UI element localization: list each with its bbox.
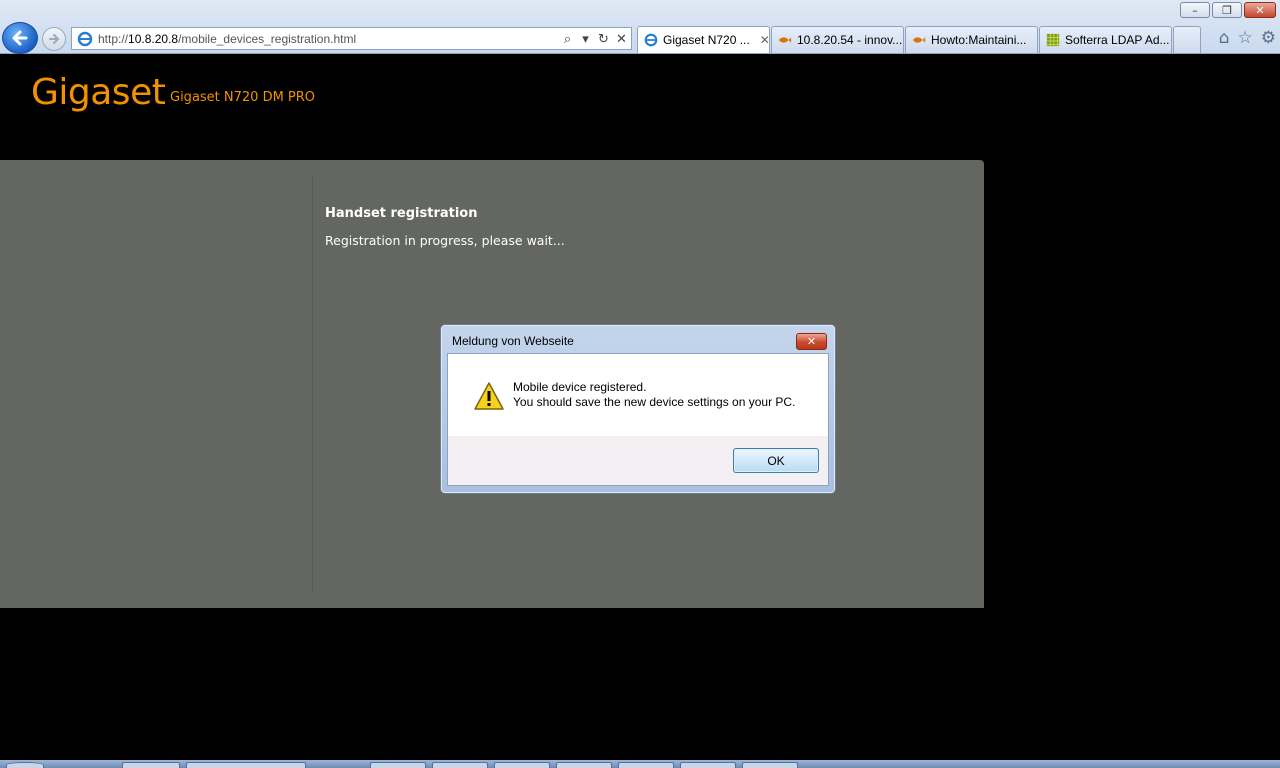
alert-dialog: Meldung von Webseite ✕ Mobile device reg… [440, 324, 836, 494]
tab-label: Gigaset N720 ... [663, 33, 750, 47]
new-tab-button[interactable] [1173, 26, 1201, 53]
grid-favicon-icon [1046, 33, 1060, 47]
taskbar [0, 760, 1280, 768]
fish-favicon-icon [912, 37, 926, 43]
toolbar-right: ⌂ ☆ ⚙ [1219, 28, 1276, 48]
close-icon: ✕ [1255, 3, 1265, 17]
home-icon[interactable]: ⌂ [1219, 28, 1230, 48]
window-close-button[interactable]: ✕ [1244, 2, 1276, 18]
taskbar-item[interactable] [680, 762, 736, 768]
dialog-body: Mobile device registered. You should sav… [447, 353, 829, 486]
tab-close-icon[interactable]: ✕ [760, 33, 769, 47]
url-prefix: http:// [98, 31, 129, 46]
stop-icon[interactable]: ✕ [615, 32, 628, 47]
warning-icon [474, 382, 504, 410]
taskbar-item[interactable] [122, 762, 180, 768]
back-arrow-icon [12, 30, 28, 46]
window-controls: – ❐ ✕ [1180, 2, 1276, 18]
ok-button[interactable]: OK [733, 448, 819, 473]
taskbar-item[interactable] [556, 762, 612, 768]
restore-icon: ❐ [1222, 3, 1232, 17]
url-path: /mobile_devices_registration.html [178, 31, 357, 46]
message-line-2: You should save the new device settings … [513, 395, 796, 409]
address-tools: ⌕ ▾ ↻ ✕ [561, 30, 628, 48]
favorites-star-icon[interactable]: ☆ [1238, 28, 1253, 48]
message-line-1: Mobile device registered. [513, 380, 647, 394]
fish-favicon-icon [778, 37, 792, 43]
url-host: 10.8.20.8 [128, 31, 179, 46]
taskbar-item[interactable] [742, 762, 798, 768]
gigaset-logo: Gigaset [31, 72, 166, 113]
forward-button[interactable] [42, 27, 66, 51]
address-bar[interactable]: http://10.8.20.8/mobile_devices_registra… [71, 27, 632, 50]
minimize-icon: – [1192, 3, 1198, 17]
close-icon: ✕ [806, 335, 817, 348]
tab-howto[interactable]: Howto:Maintaini... [905, 26, 1038, 53]
gear-icon[interactable]: ⚙ [1261, 28, 1276, 48]
dialog-footer: OK [448, 436, 828, 485]
tab-label: Howto:Maintaini... [931, 33, 1027, 47]
tab-innovaphone[interactable]: 10.8.20.54 - innov... [771, 26, 904, 53]
refresh-icon[interactable]: ↻ [597, 32, 610, 47]
tab-strip: Gigaset N720 ... ✕ 10.8.20.54 - innov...… [637, 26, 1201, 53]
url-text: http://10.8.20.8/mobile_devices_registra… [98, 32, 356, 46]
panel-divider [312, 177, 313, 593]
tab-label: 10.8.20.54 - innov... [797, 33, 903, 47]
tab-softerra[interactable]: Softerra LDAP Ad... [1039, 26, 1172, 53]
page-title: Handset registration [325, 206, 478, 221]
taskbar-item[interactable] [618, 762, 674, 768]
forward-arrow-icon [49, 34, 60, 44]
taskbar-item[interactable] [186, 762, 306, 768]
minimize-button[interactable]: – [1180, 2, 1210, 18]
restore-button[interactable]: ❐ [1212, 2, 1242, 18]
start-button[interactable] [6, 762, 44, 768]
tab-gigaset[interactable]: Gigaset N720 ... ✕ [637, 26, 770, 53]
dropdown-icon[interactable]: ▾ [579, 32, 592, 47]
dialog-close-button[interactable]: ✕ [796, 333, 827, 350]
search-icon[interactable]: ⌕ [561, 32, 574, 47]
back-button[interactable] [2, 22, 38, 54]
ie-page-icon [77, 31, 93, 46]
registration-status: Registration in progress, please wait... [325, 233, 565, 248]
taskbar-item[interactable] [494, 762, 550, 768]
tab-label: Softerra LDAP Ad... [1065, 33, 1170, 47]
taskbar-item[interactable] [370, 762, 426, 768]
browser-chrome: – ❐ ✕ http://10.8.20.8/mobile_devices_re… [0, 0, 1280, 54]
product-name: Gigaset N720 DM PRO [170, 90, 316, 105]
dialog-title: Meldung von Webseite [452, 334, 574, 348]
ie-favicon-icon [644, 33, 658, 47]
dialog-message: Mobile device registered. You should sav… [513, 380, 795, 410]
taskbar-item[interactable] [432, 762, 488, 768]
